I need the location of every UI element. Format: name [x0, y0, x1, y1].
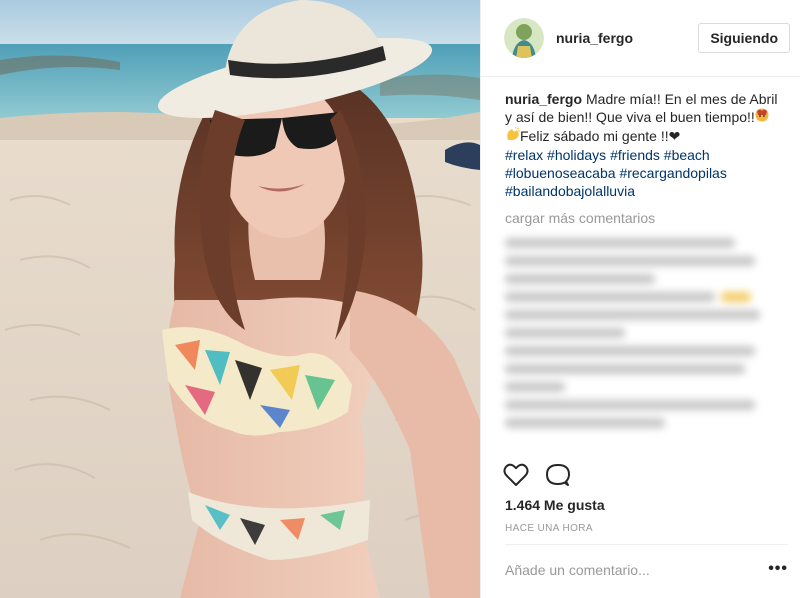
post-caption: nuria_fergo Madre mía!! En el mes de Abri…	[505, 90, 778, 200]
caption-text-2: Feliz sábado mi gente !!	[520, 128, 669, 144]
heart-outline-icon[interactable]	[503, 462, 529, 488]
hashtag-relax[interactable]: #relax	[505, 147, 543, 163]
header-username[interactable]: nuria_fergo	[556, 30, 698, 46]
blurred-comment-line	[505, 270, 778, 288]
instagram-post: nuria_fergo Siguiendo nuria_fergo Madre m…	[0, 0, 800, 598]
blurred-comment-line	[505, 378, 778, 396]
divider	[505, 544, 788, 545]
beach-selfie-image	[0, 0, 480, 598]
caption-username[interactable]: nuria_fergo	[505, 91, 582, 107]
blurred-comment-line	[505, 360, 778, 378]
post-photo[interactable]	[0, 0, 480, 598]
comments-section: nuria_fergo Madre mía!! En el mes de Abri…	[481, 77, 800, 462]
comment-bubble-icon[interactable]	[545, 462, 571, 488]
load-more-comments-link[interactable]: cargar más comentarios	[505, 210, 778, 226]
following-button[interactable]: Siguiendo	[698, 23, 790, 53]
avatar-image	[504, 18, 544, 58]
blurred-comment-line	[505, 306, 778, 324]
hashtag-holidays[interactable]: #holidays	[547, 147, 606, 163]
hashtag-recargandopilas[interactable]: #recargandopilas	[619, 165, 726, 181]
woman-raising-hand-emoji-icon	[755, 108, 770, 127]
blurred-comment-line	[505, 396, 778, 414]
hashtag-bailandobajolalluvia[interactable]: #bailandobajolalluvia	[505, 183, 635, 199]
post-timestamp: HACE UNA HORA	[505, 523, 593, 534]
hashtag-friends[interactable]: #friends	[610, 147, 660, 163]
add-comment-input[interactable]	[505, 562, 745, 578]
avatar[interactable]	[504, 18, 544, 58]
blurred-comments	[505, 234, 778, 432]
hashtag-lobuenoseacaba[interactable]: #lobuenoseacaba	[505, 165, 616, 181]
post-actions	[503, 462, 571, 488]
hashtag-beach[interactable]: #beach	[664, 147, 710, 163]
blurred-comment-line	[505, 342, 778, 360]
likes-count[interactable]: 1.464 Me gusta	[505, 497, 605, 513]
blurred-comment-line	[505, 324, 778, 342]
blurred-comment-line	[505, 288, 778, 306]
clapping-hands-emoji-icon	[505, 126, 520, 146]
blurred-comment-line	[505, 414, 778, 432]
blurred-comment-line	[505, 252, 778, 270]
caption-heart: ❤	[668, 128, 681, 144]
post-header: nuria_fergo Siguiendo	[481, 0, 800, 77]
blurred-comment-line	[505, 234, 778, 252]
post-side-panel: nuria_fergo Siguiendo nuria_fergo Madre m…	[480, 0, 800, 598]
more-options-icon[interactable]: •••	[768, 561, 788, 577]
